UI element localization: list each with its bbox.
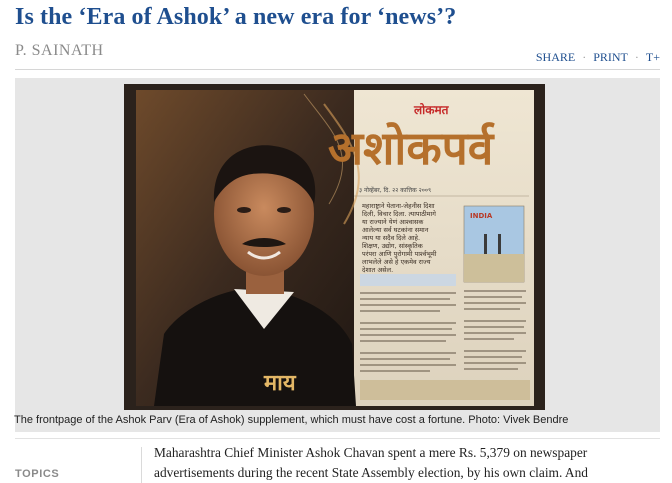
- newspaper-blurb-line: दिली, विचार दिला. त्यापाठीमागे: [362, 210, 436, 218]
- newspaper-blurb-line: देशात असेल.: [362, 266, 393, 274]
- caption-divider: [15, 438, 660, 439]
- newspaper-blurb-line: लाभलेले असे हे एकमेव राज्य: [362, 258, 431, 266]
- tools-separator: ·: [582, 50, 587, 64]
- photo-caption: The frontpage of the Ashok Parv (Era of …: [14, 414, 569, 426]
- print-link[interactable]: PRINT: [593, 50, 628, 65]
- newspaper-blurb-line: शिक्षण, उद्योग, सांस्कृतिक: [362, 242, 424, 250]
- newspaper-blurb-line: परंपरा आणि पुरोगामी पार्श्वभूमी: [362, 250, 437, 258]
- share-link[interactable]: SHARE: [536, 50, 575, 65]
- font-size-increase-link[interactable]: T+: [646, 50, 660, 65]
- article-body: Maharashtra Chief Minister Ashok Chavan …: [154, 443, 664, 483]
- newspaper-blurb-line: आलेल्या सर्व घटकांना समान: [362, 226, 429, 234]
- newspaper-photo[interactable]: माय लोकमत अशोकपर्व ३ नोव्हेंबर, दि. २२ क…: [124, 84, 545, 410]
- newspaper-bottom-word: माय: [263, 371, 297, 396]
- body-line: advertisements during the recent State A…: [154, 465, 588, 480]
- body-line: Maharashtra Chief Minister Ashok Chavan …: [154, 445, 588, 460]
- tools-separator: ·: [634, 50, 639, 64]
- newspaper-masthead: लोकमत: [413, 103, 450, 117]
- newspaper-date-line: ३ नोव्हेंबर, दि. २२ कात्तिक २००९: [359, 186, 431, 194]
- photo-frame: माय लोकमत अशोकपर्व ३ नोव्हेंबर, दि. २२ क…: [15, 78, 660, 432]
- newspaper-blurb-line: न्याय या सदैव दिले आहे.: [362, 234, 420, 242]
- newspaper-title: अशोकपर्व: [328, 121, 495, 175]
- header-divider: [15, 69, 660, 70]
- newspaper-image: माय लोकमत अशोकपर्व ३ नोव्हेंबर, दि. २२ क…: [124, 84, 545, 410]
- article-tools: SHARE · PRINT · T+: [536, 50, 660, 65]
- newspaper-insert-tag: INDIA: [470, 212, 493, 220]
- newspaper-blurb-line: महाराष्ट्राने येताना-जेहनीस दिशा: [362, 202, 435, 210]
- author-byline[interactable]: P. SAINATH: [15, 42, 104, 60]
- topics-label[interactable]: TOPICS: [15, 468, 59, 480]
- column-separator: [141, 447, 142, 483]
- article-headline: Is the ‘Era of Ashok’ a new era for ‘new…: [15, 4, 457, 30]
- newspaper-blurb-line: या राज्याने येणं आश्वासक: [362, 218, 424, 226]
